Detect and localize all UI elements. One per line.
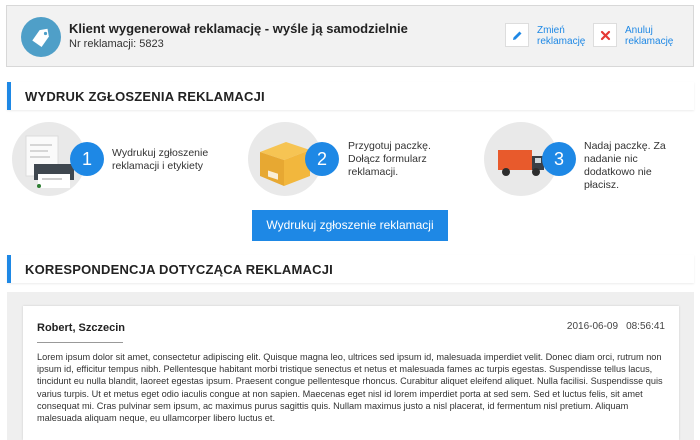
- message-timestamp: 2016-06-09 08:56:41: [567, 321, 665, 332]
- pencil-icon: [513, 31, 522, 40]
- step-text-3: Nadaj paczkę. Za nadanie nic dodatkowo n…: [584, 140, 666, 191]
- step-text-2: Przygotuj paczkę. Dołącz formularz rekla…: [348, 140, 431, 178]
- tag-icon: [21, 17, 61, 57]
- claim-title: Klient wygenerował reklamację - wyśle ją…: [69, 21, 408, 36]
- print-claim-button[interactable]: Wydrukuj zgłoszenie reklamacji: [252, 210, 448, 241]
- message-card: Robert, Szczecin 2016-06-09 08:56:41 Lore…: [23, 306, 679, 440]
- correspondence-section-heading: KORESPONDENCJA DOTYCZĄCA REKLAMACJI: [7, 255, 694, 283]
- close-icon: [600, 30, 611, 41]
- correspondence-list: Robert, Szczecin 2016-06-09 08:56:41 Lore…: [7, 292, 694, 440]
- message-time: 08:56:41: [626, 321, 665, 332]
- message-body: Lorem ipsum dolor sit amet, consectetur …: [37, 352, 663, 424]
- cancel-claim-link[interactable]: Anuluj reklamację: [625, 25, 695, 47]
- edit-claim-button[interactable]: [505, 23, 529, 47]
- step-number-2: 2: [305, 142, 339, 176]
- step-number-3: 3: [542, 142, 576, 176]
- claim-number: Nr reklamacji: 5823: [69, 38, 164, 50]
- print-section-heading: WYDRUK ZGŁOSZENIA REKLAMACJI: [7, 82, 694, 110]
- author-divider: [37, 342, 123, 343]
- step-number-1: 1: [70, 142, 104, 176]
- step-text-1: Wydrukuj zgłoszenie reklamacji i etykiet…: [112, 147, 209, 172]
- section-title: KORESPONDENCJA DOTYCZĄCA REKLAMACJI: [25, 262, 333, 277]
- cancel-claim-button[interactable]: [593, 23, 617, 47]
- message-date: 2016-06-09: [566, 321, 619, 332]
- message-author: Robert, Szczecin: [37, 322, 126, 334]
- section-title: WYDRUK ZGŁOSZENIA REKLAMACJI: [25, 89, 265, 104]
- claim-header: Klient wygenerował reklamację - wyśle ją…: [6, 5, 694, 67]
